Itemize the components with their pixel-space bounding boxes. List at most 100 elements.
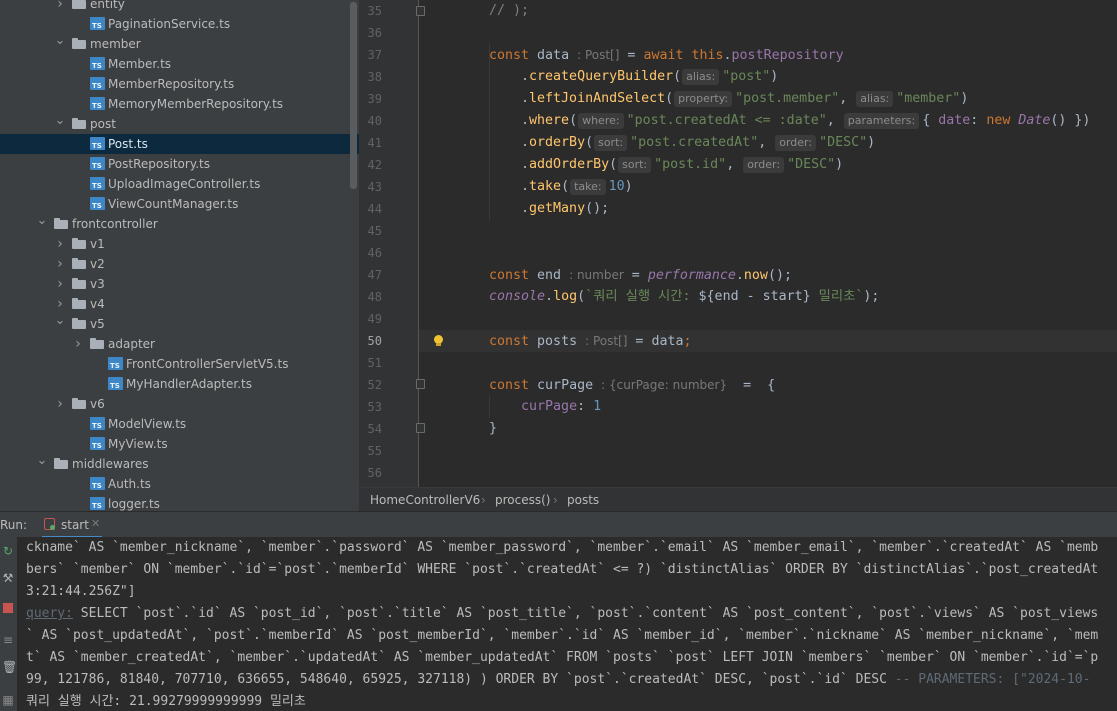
chevron-down-icon[interactable]: ⌄ (54, 34, 66, 48)
line-number: 48 (367, 290, 382, 304)
chevron-right-icon[interactable]: › (72, 337, 84, 351)
line-number-gutter: 35 36 37 38 39 40 41 42 43 44 45 46 47 48 49 50 51 52 53 54… (360, 0, 418, 487)
tree-file[interactable]: TS PostRepository.ts (0, 154, 359, 174)
tree-scrollbar[interactable] (350, 2, 357, 189)
tree-folder[interactable]: › v3 (0, 274, 359, 294)
line-number: 56 (367, 466, 382, 480)
console-line: query: SELECT `post`.`id` AS `post_id`, … (26, 606, 1099, 621)
console-output[interactable]: ckname` AS `member_nickname`, `member`.`… (17, 537, 1117, 711)
trash-icon[interactable]: 🗑 (2, 661, 17, 673)
tree-folder[interactable]: › adapter (0, 334, 359, 354)
close-icon[interactable]: ✕ (91, 517, 100, 530)
line-number: 53 (367, 400, 382, 414)
chevron-right-icon[interactable]: › (54, 237, 66, 251)
line-number: 54 (367, 422, 382, 436)
tree-item-label: v5 (90, 317, 105, 331)
tree-file[interactable]: TS UploadImageController.ts (0, 174, 359, 194)
tree-item-label: MemoryMemberRepository.ts (108, 97, 284, 111)
folder-icon (54, 217, 69, 230)
tree-file[interactable]: TS Post.ts (0, 134, 359, 154)
tree-folder[interactable]: ⌄ v5 (0, 314, 359, 334)
line-number: 38 (367, 70, 382, 84)
fold-marker[interactable] (416, 6, 425, 16)
tree-folder[interactable]: ⌄ member (0, 34, 359, 54)
typescript-file-icon: TS (90, 417, 105, 430)
soft-wrap-icon[interactable]: ≡ (2, 634, 14, 646)
chevron-down-icon[interactable]: ⌄ (36, 454, 48, 468)
tree-folder[interactable]: › entity (0, 0, 359, 14)
breadcrumb-class[interactable]: HomeControllerV6 (370, 492, 480, 508)
layout-icon[interactable]: ▦ (2, 694, 14, 706)
tree-item-label: Auth.ts (108, 477, 151, 491)
chevron-right-icon[interactable]: › (54, 0, 66, 11)
line-number: 39 (367, 92, 382, 106)
folder-icon (54, 457, 69, 470)
chevron-down-icon[interactable]: ⌄ (36, 214, 48, 228)
code-line-35: // ); (489, 3, 530, 18)
chevron-right-icon[interactable]: › (54, 297, 66, 311)
breadcrumb-method[interactable]: process() (495, 492, 550, 508)
tree-item-label: entity (90, 0, 125, 11)
tree-file[interactable]: TS Auth.ts (0, 474, 359, 494)
folder-icon (72, 257, 87, 270)
tree-file[interactable]: TS logger.ts (0, 494, 359, 511)
tree-item-label: MemberRepository.ts (108, 77, 235, 91)
code-line-52: const curPage : {curPage: number} = { (489, 378, 776, 393)
chevron-down-icon[interactable]: ⌄ (54, 114, 66, 128)
console-line: ` AS `post_updatedAt`, `post`.`memberId`… (26, 628, 1099, 643)
chevron-down-icon[interactable]: ⌄ (54, 314, 66, 328)
tree-file[interactable]: TS Member.ts (0, 54, 359, 74)
chevron-right-icon[interactable]: › (54, 257, 66, 271)
tree-folder[interactable]: › v1 (0, 234, 359, 254)
tree-item-label: post (90, 117, 116, 131)
line-number: 41 (367, 136, 382, 150)
project-tree: › entity TS PaginationService.ts ⌄ member TS Me… (0, 0, 359, 511)
tree-item-label: MyView.ts (108, 437, 168, 451)
code-line-39: .leftJoinAndSelect(property: "post.member… (489, 91, 969, 107)
typescript-file-icon: TS (90, 57, 105, 70)
tree-item-label: Post.ts (108, 137, 148, 151)
chevron-right-icon[interactable]: › (54, 397, 66, 411)
console-line: 99, 121786, 81840, 707710, 636655, 54864… (26, 672, 1091, 687)
folder-icon (90, 337, 105, 350)
tree-file[interactable]: TS MyView.ts (0, 434, 359, 454)
chevron-right-icon[interactable]: › (54, 277, 66, 291)
tree-file[interactable]: TS MemberRepository.ts (0, 74, 359, 94)
line-number: 55 (367, 444, 382, 458)
tree-folder[interactable]: ⌄ frontcontroller (0, 214, 359, 234)
tree-folder[interactable]: ⌄ middlewares (0, 454, 359, 474)
tree-file[interactable]: TS MemoryMemberRepository.ts (0, 94, 359, 114)
line-number: 46 (367, 246, 382, 260)
fold-marker[interactable] (416, 379, 425, 389)
stop-icon[interactable] (2, 603, 14, 615)
breadcrumb-variable[interactable]: posts (567, 492, 599, 508)
lightbulb-icon[interactable] (432, 335, 444, 347)
line-number: 49 (367, 312, 382, 326)
tree-folder[interactable]: › v6 (0, 394, 359, 414)
folder-icon (72, 117, 87, 130)
code-editor[interactable]: 35 36 37 38 39 40 41 42 43 44 45 46 47 48 49 50 51 52 53 54… (359, 0, 1117, 487)
rerun-icon[interactable]: ↻ (2, 545, 14, 557)
folder-icon (72, 397, 87, 410)
wrench-icon[interactable]: ⚒ (2, 572, 14, 584)
typescript-file-icon: TS (108, 357, 123, 370)
tree-folder[interactable]: › v4 (0, 294, 359, 314)
console-line: bers` `member` ON `member`.`id`=`post`.`… (26, 562, 1099, 577)
tree-folder[interactable]: ⌄ post (0, 114, 359, 134)
line-number: 42 (367, 158, 382, 172)
code-line-40: .where(where: "post.createdAt <= :date", … (489, 113, 1091, 129)
tree-folder[interactable]: › v2 (0, 254, 359, 274)
code-line-41: .orderBy(sort: "post.createdAt", order: "D… (489, 135, 876, 151)
typescript-file-icon: TS (90, 137, 105, 150)
run-tab-start[interactable]: start ✕ (42, 512, 102, 538)
tree-item-label: Member.ts (108, 57, 172, 71)
tree-file[interactable]: TS MyHandlerAdapter.ts (0, 374, 359, 394)
tree-item-label: UploadImageController.ts (108, 177, 261, 191)
tree-file[interactable]: TS PaginationService.ts (0, 14, 359, 34)
typescript-file-icon: TS (90, 497, 105, 510)
tree-file[interactable]: TS FrontControllerServletV5.ts (0, 354, 359, 374)
fold-marker[interactable] (416, 423, 425, 433)
tree-file[interactable]: TS ModelView.ts (0, 414, 359, 434)
tree-file[interactable]: TS ViewCountManager.ts (0, 194, 359, 214)
typescript-file-icon: TS (90, 77, 105, 90)
